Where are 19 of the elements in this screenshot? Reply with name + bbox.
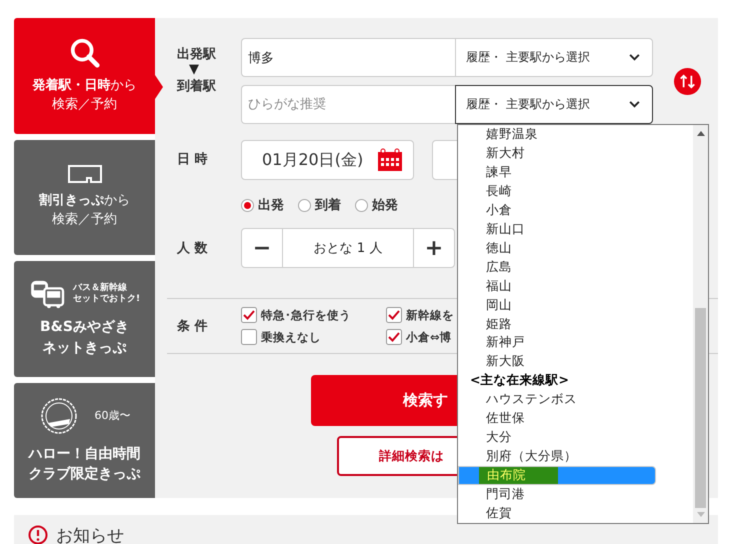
- tab-label: ネットきっぷ: [42, 338, 126, 358]
- tab-label: B&Sみやざき: [40, 318, 129, 338]
- departure-label: 出発駅: [177, 46, 216, 63]
- tab-label: 発着駅・日時から: [32, 76, 136, 95]
- down-arrow-icon: ▼: [189, 63, 199, 78]
- tab-label: ハロー！自由時間: [28, 444, 140, 464]
- persons-label: 人 数: [177, 240, 209, 257]
- tab-label: 検索／予約: [52, 211, 117, 230]
- notice-title: お知らせ: [56, 524, 124, 544]
- datetime-label: 日 時: [177, 151, 209, 169]
- promo-text: バス＆新幹線: [72, 282, 128, 294]
- tab-label: 検索／予約: [52, 96, 117, 114]
- tab-label: 割引きっぷから: [39, 192, 130, 210]
- conditions-label: 条 件: [177, 318, 209, 335]
- promo-text: セットでおトク!: [72, 294, 140, 306]
- person-count: おとな 1 人: [282, 229, 414, 267]
- age-text: 60歳〜: [94, 408, 130, 424]
- arrival-label: 到着駅: [177, 78, 216, 96]
- tab-label: クラブ限定きっぷ: [28, 464, 140, 484]
